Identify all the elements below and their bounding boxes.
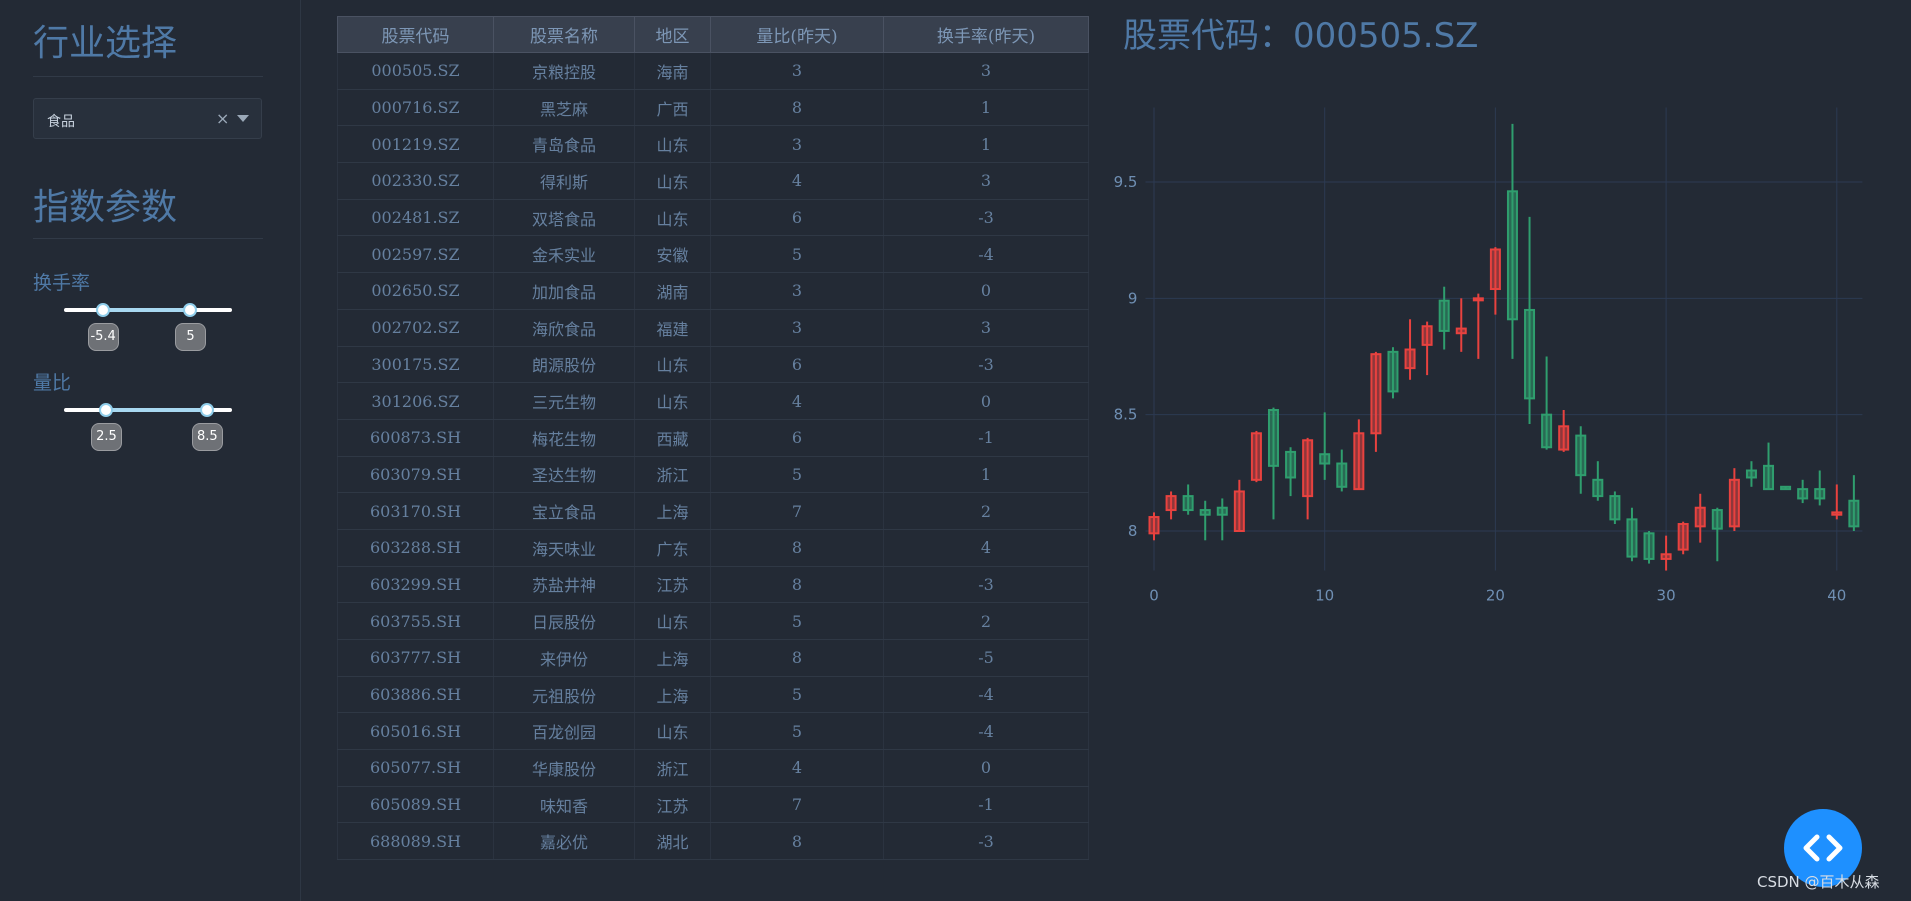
candle-body [1592, 478, 1604, 498]
candle[interactable] [1455, 298, 1467, 352]
candle-body [1336, 462, 1348, 488]
candle[interactable] [1575, 426, 1587, 494]
candle-body [1814, 488, 1826, 500]
candle[interactable] [1370, 351, 1382, 452]
candle-body [1677, 523, 1689, 551]
candlestick-chart[interactable]: 0 10 20 30 40 8 8.5 9 9.5 [0, 0, 1911, 901]
candle-body [1267, 409, 1279, 467]
candle[interactable] [1541, 356, 1553, 450]
candle[interactable] [1797, 479, 1809, 504]
x-tick-label: 30 [1657, 587, 1676, 605]
candle[interactable] [1182, 484, 1194, 515]
candle[interactable] [1780, 485, 1792, 491]
candle-body [1199, 509, 1211, 516]
candle-body [1575, 434, 1587, 477]
candle[interactable] [1814, 470, 1826, 506]
candle-body [1797, 488, 1809, 500]
candle[interactable] [1404, 319, 1416, 380]
candle-body [1711, 509, 1723, 530]
candle-body [1148, 516, 1160, 535]
candle-body [1506, 190, 1518, 321]
candle-body [1558, 425, 1570, 451]
candle-body [1524, 308, 1536, 400]
candle-body [1370, 353, 1382, 435]
candle[interactable] [1216, 498, 1228, 541]
candle-body [1643, 532, 1655, 560]
candle[interactable] [1728, 468, 1740, 531]
candle-body [1438, 299, 1450, 332]
watermark: CSDN @百木从森 [1757, 873, 1880, 891]
candle-body [1472, 297, 1484, 302]
x-tick-label: 20 [1486, 587, 1505, 605]
candle[interactable] [1694, 493, 1706, 543]
candle[interactable] [1250, 430, 1262, 483]
candle[interactable] [1609, 491, 1621, 525]
candle-body [1489, 248, 1501, 291]
candle[interactable] [1165, 491, 1177, 520]
candle[interactable] [1387, 347, 1399, 399]
candle[interactable] [1677, 521, 1689, 555]
candle-body [1285, 450, 1297, 479]
candle-body [1387, 350, 1399, 393]
y-tick-label: 9 [1128, 289, 1138, 307]
y-tick-label: 9.5 [1114, 173, 1138, 191]
candle[interactable] [1831, 484, 1843, 520]
candle[interactable] [1233, 479, 1245, 532]
candle-body [1609, 495, 1621, 521]
candle-body [1831, 511, 1843, 516]
candle-body [1233, 490, 1245, 532]
candle-body [1250, 432, 1262, 481]
x-tick-label: 40 [1827, 587, 1846, 605]
y-tick-label: 8 [1128, 522, 1138, 540]
candle[interactable] [1489, 247, 1501, 315]
candle-body [1763, 464, 1775, 491]
candle-body [1541, 413, 1553, 449]
candle[interactable] [1592, 461, 1604, 501]
candle[interactable] [1506, 123, 1518, 359]
candle[interactable] [1626, 507, 1638, 562]
candle[interactable] [1660, 535, 1672, 571]
candle[interactable] [1336, 449, 1348, 492]
candle[interactable] [1302, 437, 1314, 520]
candle[interactable] [1319, 412, 1331, 480]
candle[interactable] [1745, 461, 1757, 487]
candle[interactable] [1438, 286, 1450, 350]
x-tick-label: 0 [1149, 587, 1159, 605]
candle-body [1182, 495, 1194, 512]
y-tick-label: 8.5 [1114, 406, 1138, 424]
candle-body [1626, 518, 1638, 558]
candle[interactable] [1711, 507, 1723, 562]
candle[interactable] [1472, 293, 1484, 359]
candle-body [1455, 327, 1467, 335]
candle[interactable] [1353, 419, 1365, 491]
candle-body [1216, 506, 1228, 516]
candle[interactable] [1148, 512, 1160, 541]
candle-body [1421, 325, 1433, 346]
candle-body [1404, 348, 1416, 370]
candle[interactable] [1558, 410, 1570, 452]
candle-body [1745, 469, 1757, 479]
candle[interactable] [1199, 500, 1211, 541]
candle-body [1660, 553, 1672, 560]
candle[interactable] [1848, 475, 1860, 531]
candle[interactable] [1643, 531, 1655, 564]
candle-body [1780, 485, 1792, 491]
candle[interactable] [1285, 447, 1297, 497]
candle-body [1694, 506, 1706, 528]
x-tick-label: 10 [1315, 587, 1334, 605]
candle[interactable] [1524, 216, 1536, 424]
candle-body [1302, 439, 1314, 498]
candle-body [1728, 478, 1740, 528]
candle-body [1165, 495, 1177, 512]
candle[interactable] [1763, 442, 1775, 491]
candle-body [1319, 453, 1331, 465]
candle[interactable] [1421, 321, 1433, 376]
candle[interactable] [1267, 407, 1279, 520]
candle-body [1353, 432, 1365, 491]
candle-body [1848, 499, 1860, 528]
